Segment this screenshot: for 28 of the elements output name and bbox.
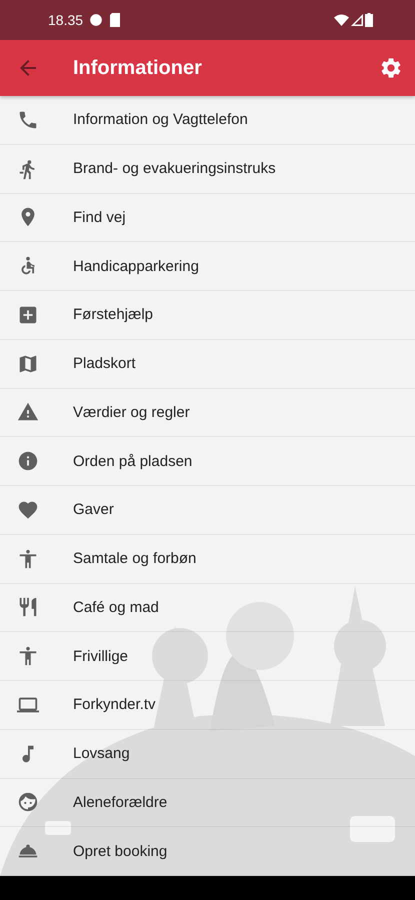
info-icon xyxy=(17,450,39,472)
menu-item[interactable]: Find vej xyxy=(0,194,415,242)
face-icon xyxy=(17,791,39,814)
menu-item[interactable]: Information og Vagttelefon xyxy=(0,96,415,145)
menu-item[interactable]: Orden på pladsen xyxy=(0,437,415,486)
menu-item[interactable]: Aleneforældre xyxy=(0,778,415,828)
wifi-icon xyxy=(334,14,349,26)
menu-item[interactable]: Handicapparkering xyxy=(0,242,415,291)
signal-icon xyxy=(351,14,363,26)
person-icon xyxy=(17,645,39,668)
battery-icon xyxy=(365,13,373,27)
screen-title: Informationer xyxy=(73,56,203,80)
person-icon xyxy=(17,548,39,570)
fork-knife-icon xyxy=(17,596,39,618)
menu-item[interactable]: Samtale og forbøn xyxy=(0,534,415,584)
menu-item[interactable]: Gaver xyxy=(0,486,415,535)
menu-item[interactable]: Café og mad xyxy=(0,584,415,632)
menu-item[interactable]: Værdier og regler xyxy=(0,388,415,438)
menu-item[interactable]: Forkynder.tv xyxy=(0,681,415,730)
menu-item[interactable]: Pladskort xyxy=(0,340,415,388)
menu-item[interactable]: Førstehjælp xyxy=(0,291,415,340)
sim-card-icon xyxy=(109,13,122,27)
menu-item[interactable]: Frivillige xyxy=(0,632,415,681)
warning-icon xyxy=(17,401,39,424)
menu-item[interactable]: Brand- og evakueringsinstruks xyxy=(0,144,415,194)
settings-button[interactable] xyxy=(379,56,403,80)
menu-item[interactable]: Lovsang xyxy=(0,730,415,778)
status-time: 18.35 xyxy=(48,12,84,28)
